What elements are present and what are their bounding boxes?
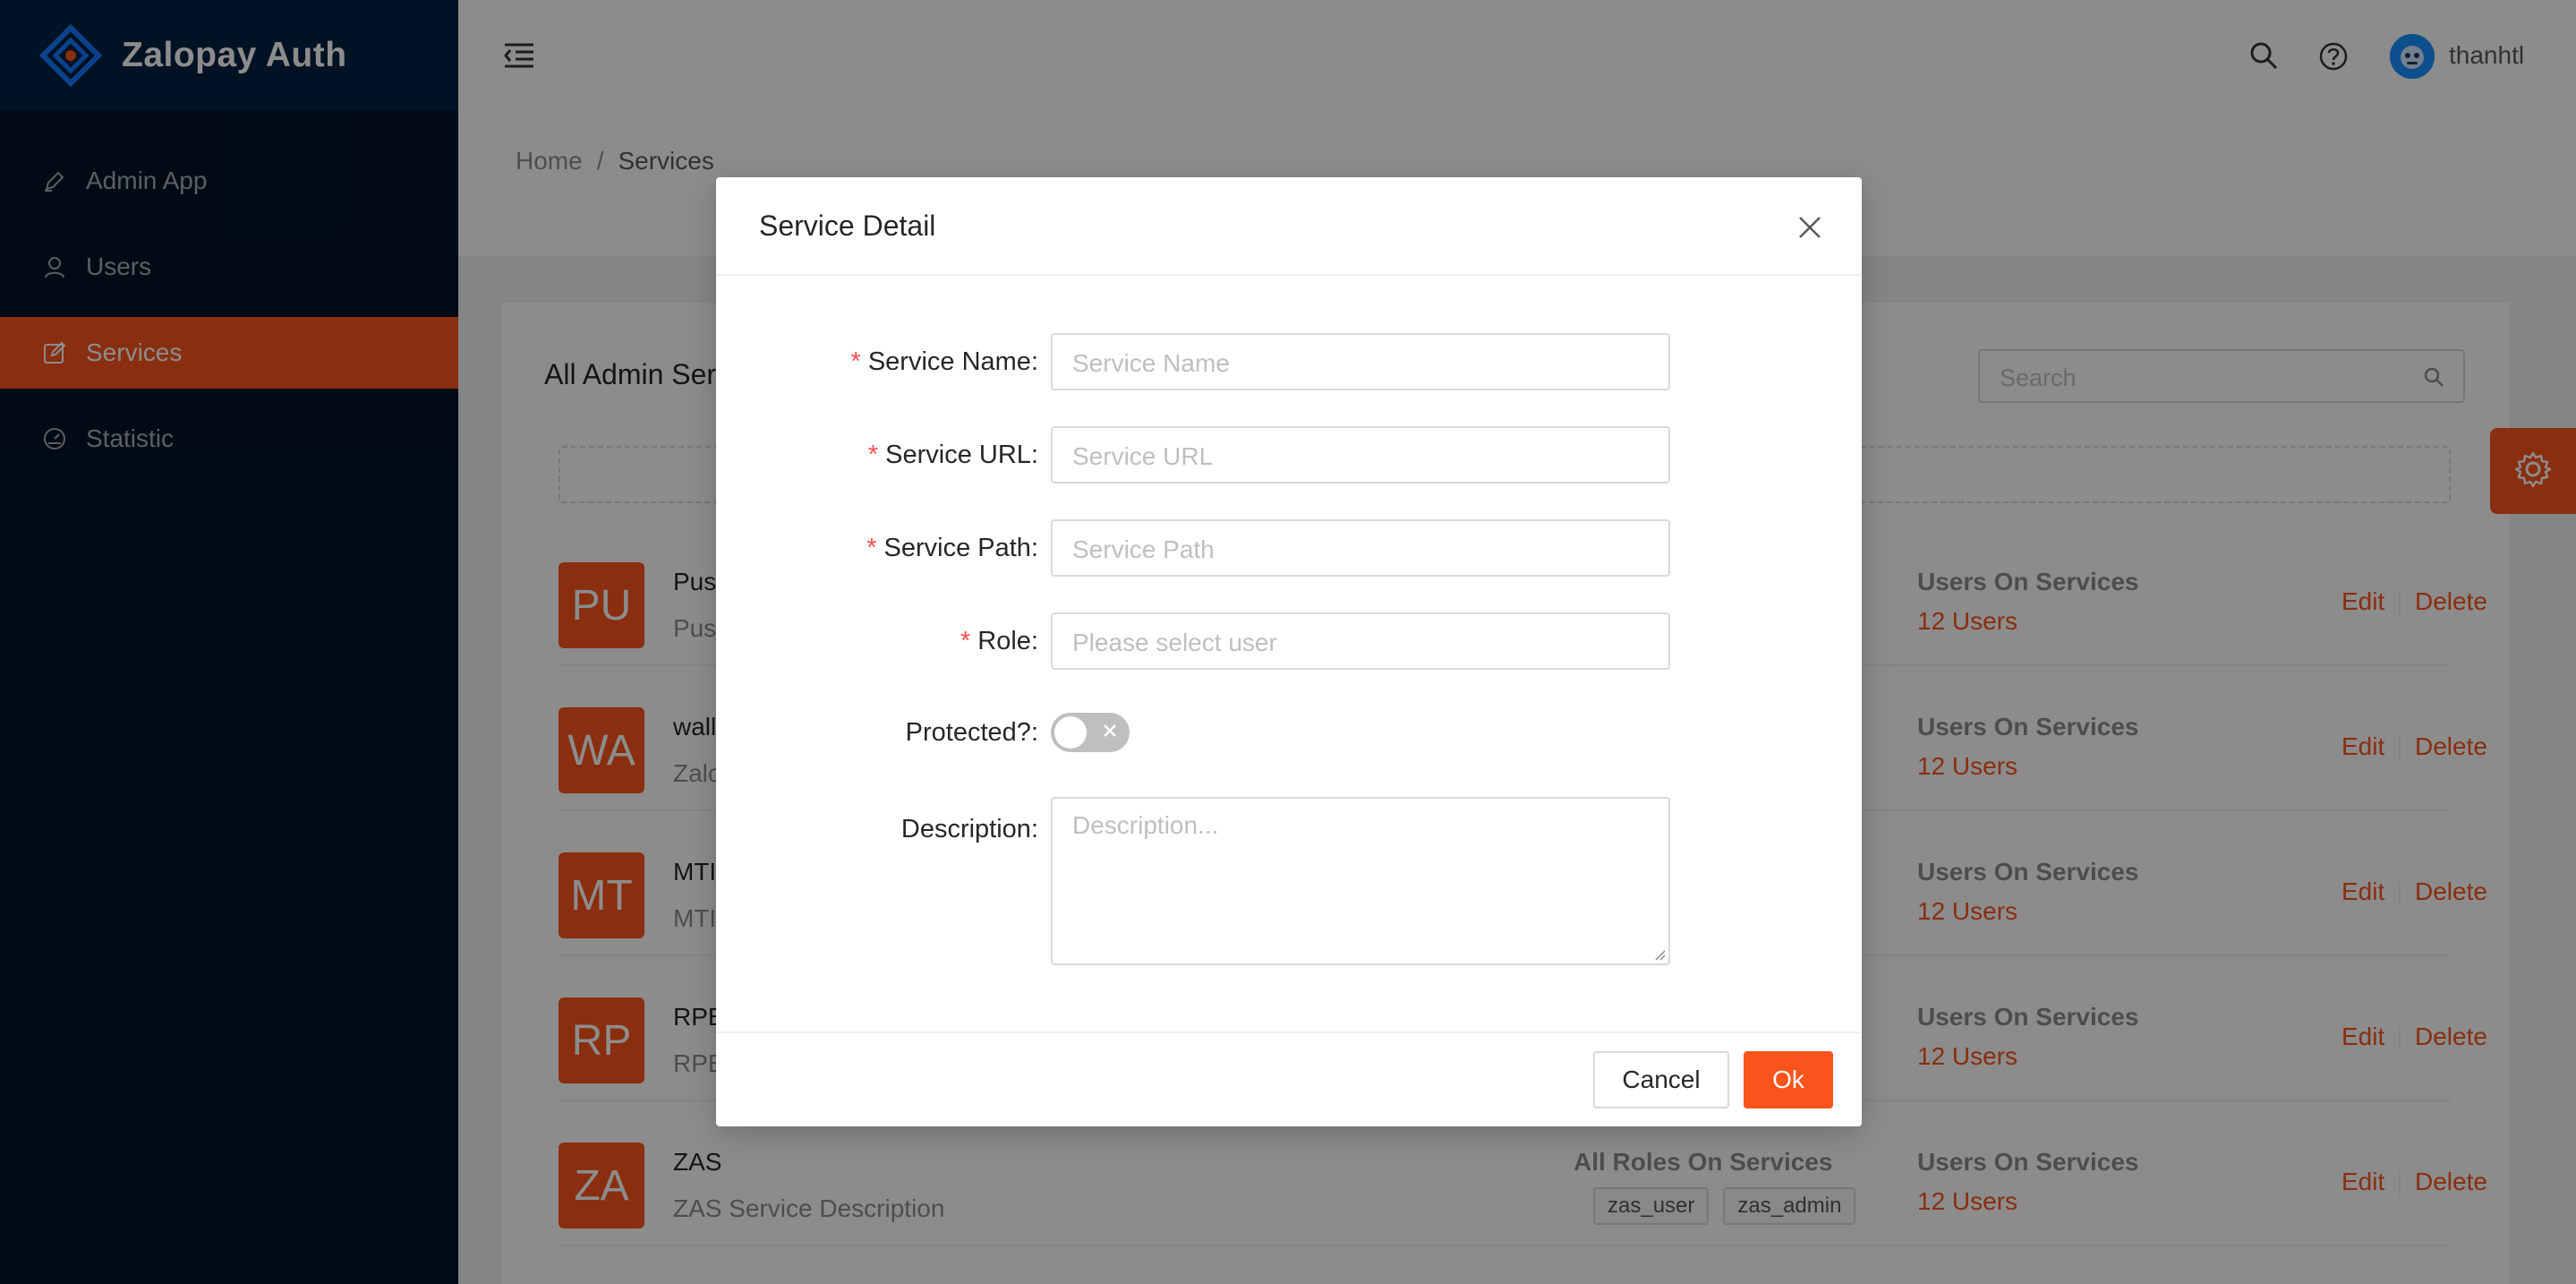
close-icon[interactable] xyxy=(1797,215,1822,240)
required-mark: * xyxy=(866,534,877,562)
service-name-label: * Service Name: xyxy=(850,347,1038,376)
required-mark: * xyxy=(867,441,879,469)
role-label: * Role: xyxy=(960,627,1038,655)
input-placeholder: Service Path xyxy=(1072,535,1215,563)
modal-title: Service Detail xyxy=(759,210,936,242)
input-placeholder: Service Name xyxy=(1072,349,1230,377)
description-label: Description: xyxy=(900,815,1038,843)
required-mark: * xyxy=(960,627,971,655)
service-url-label: * Service URL: xyxy=(867,441,1038,469)
service-path-label: * Service Path: xyxy=(866,534,1038,562)
service-path-input[interactable]: Service Path xyxy=(1051,519,1670,577)
modal-header: Service Detail xyxy=(716,177,1862,276)
close-icon xyxy=(1097,718,1122,743)
cancel-button[interactable]: Cancel xyxy=(1593,1051,1729,1109)
ok-button[interactable]: Ok xyxy=(1744,1051,1833,1109)
role-select[interactable]: Please select user xyxy=(1051,612,1670,670)
resize-grip-icon[interactable] xyxy=(1652,947,1667,962)
service-name-input[interactable]: Service Name xyxy=(1051,333,1670,390)
protected-label: Protected?: xyxy=(905,718,1038,747)
toggle-knob xyxy=(1054,716,1087,749)
input-placeholder: Service URL xyxy=(1072,442,1214,470)
select-placeholder: Please select user xyxy=(1072,629,1277,656)
description-textarea[interactable]: Description... xyxy=(1051,797,1670,965)
protected-toggle[interactable] xyxy=(1051,713,1130,752)
service-url-input[interactable]: Service URL xyxy=(1051,426,1670,484)
modal-footer: Cancel Ok xyxy=(716,1031,1862,1126)
textarea-placeholder: Description... xyxy=(1072,811,1219,839)
required-mark: * xyxy=(850,347,861,376)
service-detail-modal: Service Detail * Service Name: Service Na… xyxy=(716,177,1862,1126)
